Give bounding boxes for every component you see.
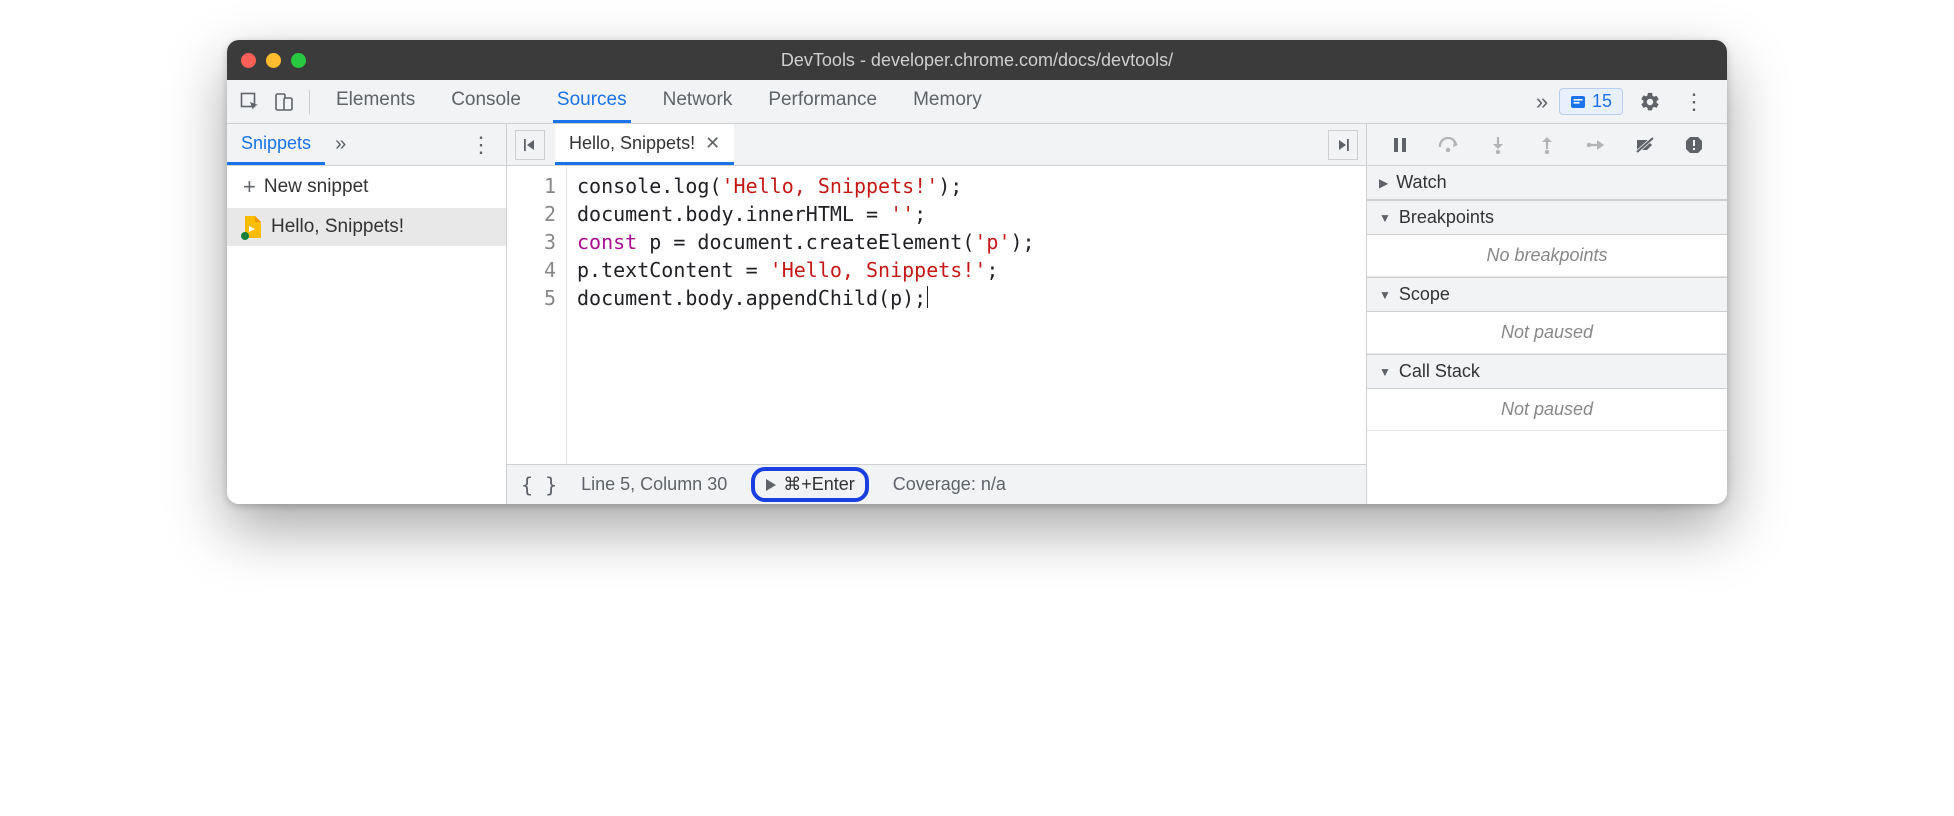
run-shortcut-label: ⌘+Enter	[783, 474, 855, 495]
panel-tab-console[interactable]: Console	[447, 80, 525, 123]
pause-icon[interactable]	[1386, 131, 1414, 159]
snippet-file-icon	[243, 216, 261, 238]
debug-section-label: Breakpoints	[1399, 207, 1494, 228]
debug-section-call-stack[interactable]: ▼ Call Stack	[1367, 354, 1727, 389]
issues-count: 15	[1592, 91, 1612, 112]
navigator-tabs: Snippets » ⋮	[227, 124, 506, 166]
chevron-down-icon: ▼	[1379, 211, 1391, 225]
debug-section-label: Watch	[1396, 172, 1446, 193]
inspect-element-icon[interactable]	[233, 85, 267, 119]
editor-tabbar: Hello, Snippets! ✕	[507, 124, 1366, 166]
chevron-down-icon: ▼	[1379, 288, 1391, 302]
plus-icon: +	[243, 174, 256, 200]
navigator-more-tabs-icon[interactable]: »	[325, 133, 356, 156]
pause-on-exceptions-icon[interactable]	[1680, 131, 1708, 159]
step-into-icon[interactable]	[1484, 131, 1512, 159]
editor-pane: Hello, Snippets! ✕ 12345 console.log('He…	[507, 124, 1367, 504]
debug-section-watch[interactable]: ▶ Watch	[1367, 166, 1727, 200]
more-tabs-icon[interactable]: »	[1525, 85, 1559, 119]
issues-icon	[1570, 94, 1586, 110]
coverage-status: Coverage: n/a	[893, 474, 1006, 495]
editor-history-forward-icon[interactable]	[1328, 130, 1358, 160]
kebab-menu-icon[interactable]: ⋮	[1677, 85, 1711, 119]
debug-section-label: Scope	[1399, 284, 1450, 305]
run-snippet-button[interactable]: ⌘+Enter	[751, 467, 869, 502]
toolbar-right: 15 ⋮	[1559, 85, 1721, 119]
debug-section-scope[interactable]: ▼ Scope	[1367, 277, 1727, 312]
editor-file-tab[interactable]: Hello, Snippets! ✕	[555, 124, 734, 165]
debug-section-body: Not paused	[1367, 312, 1727, 354]
debug-section-body: Not paused	[1367, 389, 1727, 431]
close-tab-icon[interactable]: ✕	[705, 133, 720, 154]
editor-statusbar: { } Line 5, Column 30 ⌘+Enter Coverage: …	[507, 464, 1366, 504]
panel-body: Snippets » ⋮ + New snippet Hello, Snippe…	[227, 124, 1727, 504]
new-snippet-label: New snippet	[264, 176, 369, 198]
editor-file-tab-label: Hello, Snippets!	[569, 133, 695, 154]
minimize-window-button[interactable]	[266, 53, 281, 68]
panel-tab-sources[interactable]: Sources	[553, 80, 631, 123]
step-out-icon[interactable]	[1533, 131, 1561, 159]
new-snippet-button[interactable]: + New snippet	[227, 166, 506, 208]
play-icon	[765, 478, 777, 492]
panel-tab-memory[interactable]: Memory	[909, 80, 986, 123]
zoom-window-button[interactable]	[291, 53, 306, 68]
device-toolbar-icon[interactable]	[267, 85, 301, 119]
deactivate-breakpoints-icon[interactable]	[1631, 131, 1659, 159]
debug-section-breakpoints[interactable]: ▼ Breakpoints	[1367, 200, 1727, 235]
debugger-pane: ▶ Watch ▼ Breakpoints No breakpoints ▼ Scope No…	[1367, 124, 1727, 504]
window-controls	[241, 53, 306, 68]
pretty-print-icon[interactable]: { }	[521, 473, 557, 497]
navigator-menu-icon[interactable]: ⋮	[456, 132, 506, 158]
code-content[interactable]: console.log('Hello, Snippets!');document…	[567, 166, 1045, 464]
titlebar: DevTools - developer.chrome.com/docs/dev…	[227, 40, 1727, 80]
window-title: DevTools - developer.chrome.com/docs/dev…	[227, 50, 1727, 71]
editor-history-back-icon[interactable]	[515, 130, 545, 160]
devtools-window: DevTools - developer.chrome.com/docs/dev…	[227, 40, 1727, 504]
snippet-list-item[interactable]: Hello, Snippets!	[227, 208, 506, 246]
snippets-tab[interactable]: Snippets	[227, 124, 325, 165]
main-toolbar: Elements Console Sources Network Performance…	[227, 80, 1727, 124]
settings-icon[interactable]	[1633, 85, 1667, 119]
line-gutter: 12345	[507, 166, 567, 464]
debug-section-label: Call Stack	[1399, 361, 1480, 382]
debugger-toolbar	[1367, 124, 1727, 166]
step-over-icon[interactable]	[1435, 131, 1463, 159]
panel-tab-performance[interactable]: Performance	[764, 80, 881, 123]
close-window-button[interactable]	[241, 53, 256, 68]
navigator-pane: Snippets » ⋮ + New snippet Hello, Snippe…	[227, 124, 507, 504]
snippet-item-label: Hello, Snippets!	[271, 216, 404, 238]
step-icon[interactable]	[1582, 131, 1610, 159]
separator	[309, 90, 310, 114]
chevron-down-icon: ▼	[1379, 365, 1391, 379]
panel-tabs: Elements Console Sources Network Performance…	[318, 80, 1525, 123]
issues-counter[interactable]: 15	[1559, 88, 1623, 115]
cursor-position: Line 5, Column 30	[581, 474, 727, 495]
panel-tab-network[interactable]: Network	[659, 80, 737, 123]
debug-section-body: No breakpoints	[1367, 235, 1727, 277]
code-editor[interactable]: 12345 console.log('Hello, Snippets!');do…	[507, 166, 1366, 464]
panel-tab-elements[interactable]: Elements	[332, 80, 419, 123]
chevron-right-icon: ▶	[1379, 176, 1388, 190]
